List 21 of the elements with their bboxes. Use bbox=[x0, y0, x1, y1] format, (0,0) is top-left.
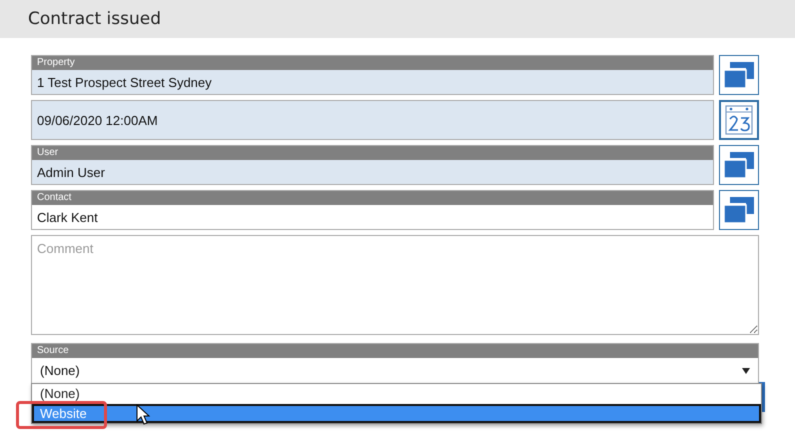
page-title: Contract issued bbox=[28, 9, 161, 29]
select-field[interactable]: Source (None) bbox=[31, 343, 759, 383]
lookup-button[interactable] bbox=[719, 145, 759, 185]
input-field[interactable]: 1 Test Prospect Street Sydney bbox=[32, 70, 713, 94]
lookup-button[interactable] bbox=[719, 55, 759, 95]
windows-icon bbox=[724, 197, 754, 223]
calendar-button[interactable] bbox=[719, 100, 759, 140]
windows-icon bbox=[724, 152, 754, 178]
field-label: Contact bbox=[32, 191, 713, 205]
field-label: User bbox=[32, 146, 713, 160]
comment-field[interactable]: Comment bbox=[31, 235, 759, 335]
calendar-icon bbox=[725, 105, 753, 135]
field-label: Property bbox=[32, 56, 713, 70]
caret-icon bbox=[742, 368, 750, 374]
lookup-button[interactable] bbox=[719, 190, 759, 230]
input-field[interactable]: Admin User bbox=[32, 160, 713, 184]
field-label: Source bbox=[32, 344, 758, 358]
dropdown-option[interactable]: (None) bbox=[32, 385, 761, 404]
windows-icon bbox=[724, 62, 754, 88]
input-field[interactable]: 09/06/2020 12:00AM bbox=[32, 101, 713, 139]
select-value: (None) bbox=[40, 363, 80, 378]
